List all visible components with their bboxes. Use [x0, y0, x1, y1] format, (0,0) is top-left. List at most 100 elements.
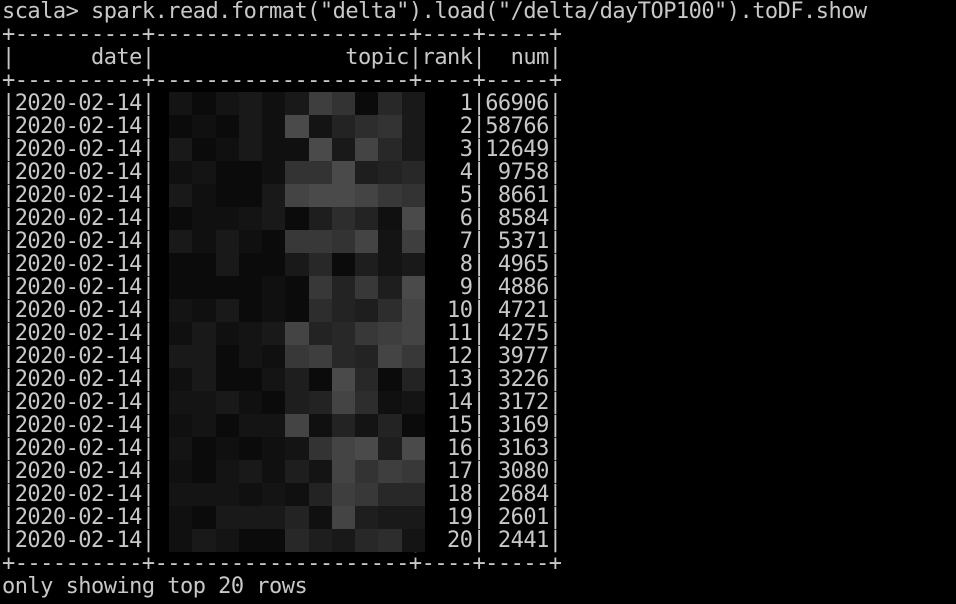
cell-divider: |: [472, 229, 486, 254]
redacted-topic-cell: [169, 92, 425, 115]
cell-num: 4721: [485, 298, 549, 323]
redacted-topic-cell: [169, 368, 425, 391]
cell-rank: 6: [421, 206, 473, 231]
cell-date: 2020-02-14: [14, 252, 143, 277]
cell-rank: 4: [421, 160, 473, 185]
border-line: +----------+--------------------+----+--…: [2, 551, 562, 576]
cell-divider: |: [548, 344, 562, 369]
table-border-mid: +----------+--------------------+----+--…: [2, 69, 562, 92]
redacted-topic-cell: [169, 414, 425, 437]
cell-rank: 20: [421, 528, 473, 553]
cell-divider: |: [2, 367, 15, 392]
redacted-topic-cell: [169, 115, 425, 138]
cell-divider: |: [2, 91, 15, 116]
cell-rank: 11: [421, 321, 473, 346]
cell-num: 3163: [485, 436, 549, 461]
cell-date: 2020-02-14: [14, 229, 143, 254]
prompt: scala>: [2, 0, 79, 24]
table-border-top: +----------+--------------------+----+--…: [2, 22, 562, 47]
redacted-topic-cell: [169, 184, 425, 207]
border-line: +----------+--------------------+----+--…: [2, 22, 562, 47]
cell-num: 2441: [485, 528, 549, 553]
table-border-bottom: +----------+--------------------+----+--…: [2, 551, 562, 576]
redacted-topic-cell: [169, 322, 425, 345]
cell-divider: |: [548, 298, 562, 323]
command-text: spark.read.format("delta").load("/delta/…: [78, 0, 867, 24]
cell-divider: |: [472, 528, 486, 553]
cell-rank: 2: [421, 114, 473, 139]
cell-rank: 1: [421, 91, 473, 116]
cell-divider: |: [2, 344, 15, 369]
redacted-topic-cell: [169, 391, 425, 414]
cell-divider: |: [548, 206, 562, 231]
cell-num: 2601: [485, 505, 549, 530]
cell-date: 2020-02-14: [14, 321, 143, 346]
cell-rank: 18: [421, 482, 473, 507]
cell-rank: 17: [421, 459, 473, 484]
cell-rank: 12: [421, 344, 473, 369]
cell-date: 2020-02-14: [14, 183, 143, 208]
cell-num: 9758: [485, 160, 549, 185]
cell-rank: 5: [421, 183, 473, 208]
cell-num: 3169: [485, 413, 549, 438]
cell-divider: |: [472, 321, 486, 346]
redacted-topic-cell: [169, 506, 425, 529]
terminal-window[interactable]: scala> spark.read.format("delta").load("…: [2, 0, 956, 604]
cell-divider: |: [2, 252, 15, 277]
cell-divider: |: [472, 344, 486, 369]
cell-date: 2020-02-14: [14, 206, 143, 231]
cell-divider: |: [472, 367, 486, 392]
cell-num: 12649: [485, 137, 549, 162]
cell-divider: |: [548, 459, 562, 484]
cell-num: 4886: [485, 275, 549, 300]
cell-date: 2020-02-14: [14, 505, 143, 530]
cell-divider: |: [2, 321, 15, 346]
redacted-topic-cell: [169, 460, 425, 483]
cell-divider: |: [2, 436, 15, 461]
cell-rank: 14: [421, 390, 473, 415]
cell-divider: |: [548, 505, 562, 530]
cell-divider: |: [2, 413, 15, 438]
cell-divider: |: [472, 114, 486, 139]
cell-divider: |: [2, 114, 15, 139]
cell-divider: |: [472, 183, 486, 208]
cell-divider: |: [548, 160, 562, 185]
cell-date: 2020-02-14: [14, 160, 143, 185]
cell-num: 4275: [485, 321, 549, 346]
cell-divider: |: [472, 137, 486, 162]
cell-divider: |: [548, 183, 562, 208]
cell-date: 2020-02-14: [14, 459, 143, 484]
cell-divider: |: [472, 436, 486, 461]
cell-divider: |: [2, 275, 15, 300]
cell-num: 66906: [485, 91, 549, 116]
cell-num: 8584: [485, 206, 549, 231]
cell-date: 2020-02-14: [14, 137, 143, 162]
cell-divider: |: [2, 390, 15, 415]
cell-divider: |: [548, 436, 562, 461]
cell-num: 58766: [485, 114, 549, 139]
cell-divider: |: [2, 183, 15, 208]
redacted-topic-cell: [169, 161, 425, 184]
cell-divider: |: [472, 206, 486, 231]
cell-date: 2020-02-14: [14, 275, 143, 300]
cell-rank: 16: [421, 436, 473, 461]
cell-divider: |: [472, 252, 486, 277]
cell-rank: 13: [421, 367, 473, 392]
cell-divider: |: [472, 459, 486, 484]
redacted-topic-cell: [169, 483, 425, 506]
cell-divider: |: [472, 390, 486, 415]
cell-divider: |: [2, 505, 15, 530]
cell-num: 3080: [485, 459, 549, 484]
cell-divider: |: [2, 229, 15, 254]
cell-divider: |: [548, 390, 562, 415]
cell-divider: |: [2, 528, 15, 553]
cell-date: 2020-02-14: [14, 482, 143, 507]
cell-rank: 9: [421, 275, 473, 300]
cell-divider: |: [548, 367, 562, 392]
cell-divider: |: [548, 413, 562, 438]
cell-divider: |: [548, 321, 562, 346]
cell-num: 2684: [485, 482, 549, 507]
cell-num: 8661: [485, 183, 549, 208]
cell-divider: |: [472, 91, 486, 116]
command-line: scala> spark.read.format("delta").load("…: [2, 0, 867, 23]
